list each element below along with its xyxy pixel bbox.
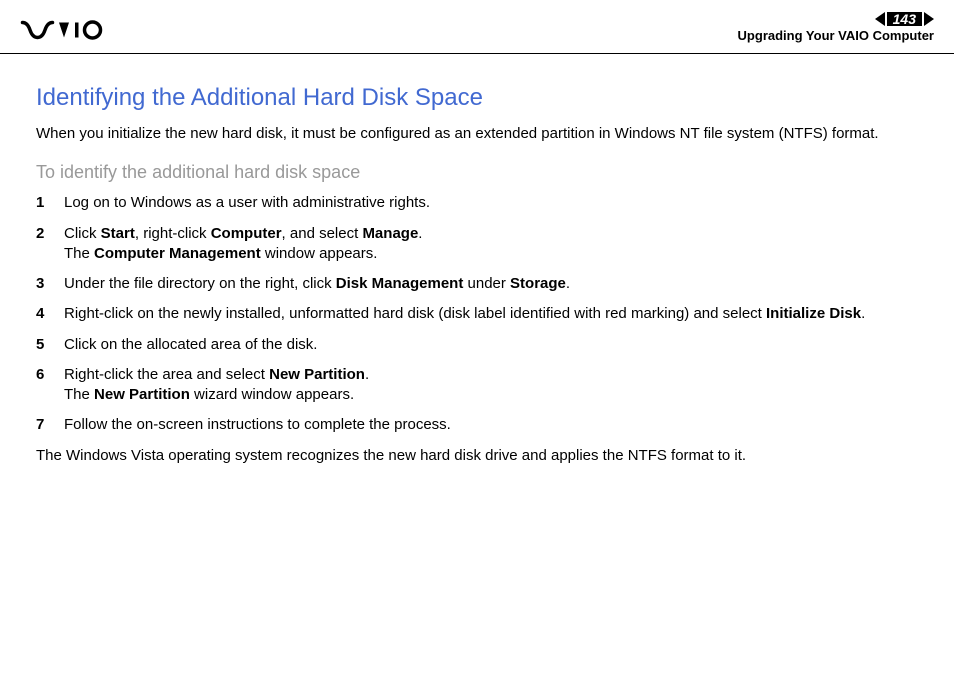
step-number: 4 — [36, 304, 64, 324]
step-number: 6 — [36, 365, 64, 406]
page-content: Identifying the Additional Hard Disk Spa… — [0, 54, 954, 476]
step-text: Log on to Windows as a user with adminis… — [64, 193, 918, 213]
step-number: 7 — [36, 415, 64, 435]
step-item: 7Follow the on-screen instructions to co… — [36, 415, 918, 435]
main-heading: Identifying the Additional Hard Disk Spa… — [36, 84, 918, 112]
step-item: 6Right-click the area and select New Par… — [36, 365, 918, 406]
closing-paragraph: The Windows Vista operating system recog… — [36, 446, 918, 466]
step-item: 2Click Start, right-click Computer, and … — [36, 224, 918, 265]
step-item: 3Under the file directory on the right, … — [36, 274, 918, 294]
step-item: 4Right-click on the newly installed, unf… — [36, 304, 918, 324]
step-text: Right-click on the newly installed, unfo… — [64, 304, 918, 324]
page-navigation: 143 — [738, 12, 934, 26]
prev-page-arrow-icon[interactable] — [875, 12, 885, 26]
intro-paragraph: When you initialize the new hard disk, i… — [36, 124, 918, 144]
sub-heading: To identify the additional hard disk spa… — [36, 162, 918, 183]
section-title: Upgrading Your VAIO Computer — [738, 28, 934, 43]
step-list: 1Log on to Windows as a user with admini… — [36, 193, 918, 435]
step-item: 1Log on to Windows as a user with admini… — [36, 193, 918, 213]
step-number: 3 — [36, 274, 64, 294]
header-right: 143 Upgrading Your VAIO Computer — [738, 12, 934, 43]
page-number: 143 — [887, 12, 922, 26]
step-number: 5 — [36, 335, 64, 355]
step-text: Right-click the area and select New Part… — [64, 365, 918, 406]
step-number: 2 — [36, 224, 64, 265]
step-number: 1 — [36, 193, 64, 213]
vaio-logo — [20, 20, 120, 45]
next-page-arrow-icon[interactable] — [924, 12, 934, 26]
step-text: Click Start, right-click Computer, and s… — [64, 224, 918, 265]
step-text: Under the file directory on the right, c… — [64, 274, 918, 294]
step-text: Follow the on-screen instructions to com… — [64, 415, 918, 435]
step-text: Click on the allocated area of the disk. — [64, 335, 918, 355]
step-item: 5Click on the allocated area of the disk… — [36, 335, 918, 355]
page-header: 143 Upgrading Your VAIO Computer — [0, 0, 954, 54]
